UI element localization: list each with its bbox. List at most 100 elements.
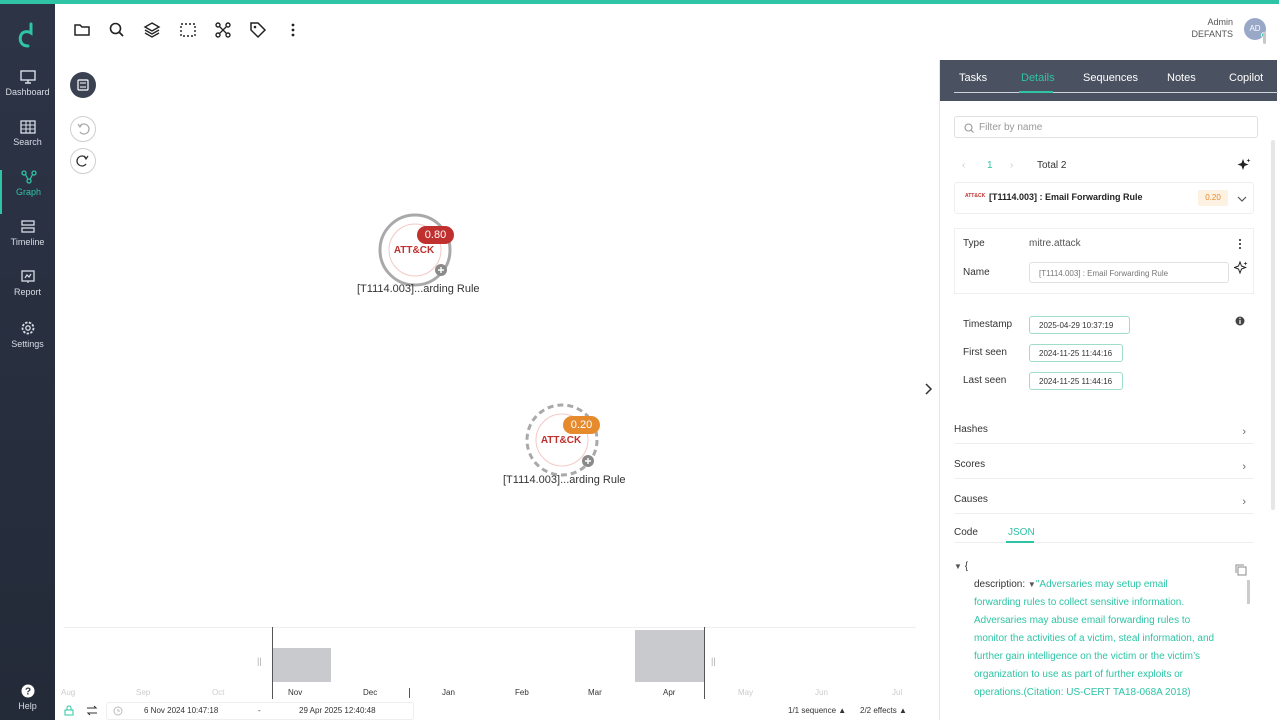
page-number[interactable]: 1 xyxy=(987,160,993,171)
graph-settings-button[interactable] xyxy=(70,72,96,98)
lock-icon[interactable] xyxy=(64,705,74,716)
nav-report[interactable]: Report xyxy=(0,270,55,314)
swap-icon[interactable] xyxy=(86,705,98,716)
timeline-bar-nov[interactable] xyxy=(272,648,331,682)
gear-icon xyxy=(21,321,34,335)
timeline-month: Nov xyxy=(288,688,303,697)
tab-tasks[interactable]: Tasks xyxy=(959,72,987,84)
json-key: description: xyxy=(974,579,1026,590)
json-viewer: ▼ { description: ▼"Adversaries may setup… xyxy=(954,558,1254,702)
section-scores[interactable]: Scores › xyxy=(954,459,1254,479)
tab-sequences[interactable]: Sequences xyxy=(1083,72,1138,84)
graph-icon xyxy=(20,170,37,184)
name-label: Name xyxy=(963,267,990,278)
network-icon[interactable] xyxy=(213,20,233,40)
nav-graph-label: Graph xyxy=(15,187,41,197)
sparkle-icon[interactable] xyxy=(1237,158,1251,172)
grid-icon xyxy=(19,120,36,134)
node-1-label[interactable]: [T1114.003]...arding Rule xyxy=(357,283,480,295)
more-vertical-icon[interactable] xyxy=(1238,238,1242,250)
nav-report-label: Report xyxy=(13,287,41,297)
timeline-range-start-handle[interactable] xyxy=(272,627,273,699)
section-hashes-label: Hashes xyxy=(954,424,988,435)
undo-button[interactable] xyxy=(70,116,96,142)
nav-timeline[interactable]: Timeline xyxy=(0,220,55,264)
user-org: DEFANTS xyxy=(1191,29,1233,39)
sliders-icon xyxy=(77,79,89,91)
next-page-icon[interactable]: › xyxy=(1010,160,1013,171)
node-2-label[interactable]: [T1114.003]...arding Rule xyxy=(503,474,626,486)
effects-count[interactable]: 2/2 effects ▲ xyxy=(860,706,907,715)
tab-details[interactable]: Details xyxy=(1021,72,1055,84)
section-hashes[interactable]: Hashes › xyxy=(954,424,1254,444)
nav-dashboard[interactable]: Dashboard xyxy=(0,70,55,114)
tag-icon[interactable] xyxy=(248,20,268,40)
nav-graph[interactable]: Graph xyxy=(0,170,55,214)
tab-code[interactable]: Code xyxy=(954,527,978,538)
pagination-total: Total 2 xyxy=(1037,160,1067,171)
active-tab-indicator xyxy=(1019,91,1053,93)
panel-scrollbar[interactable] xyxy=(1271,140,1275,510)
graph-node-2[interactable]: ATT&CK xyxy=(522,401,602,481)
folder-icon[interactable] xyxy=(72,20,92,40)
redo-button[interactable] xyxy=(70,148,96,174)
entity-header[interactable]: ATT&CK [T1114.003] : Email Forwarding Ru… xyxy=(954,182,1254,214)
search-icon[interactable] xyxy=(107,20,127,40)
info-icon[interactable] xyxy=(1235,316,1245,326)
sidebar: Dashboard Search Graph Timeline Report S… xyxy=(0,4,55,720)
sequence-count[interactable]: 1/1 sequence ▲ xyxy=(788,706,846,715)
collapse-triangle-icon[interactable]: ▼ xyxy=(954,562,962,571)
report-icon xyxy=(20,270,35,283)
details-panel: Tasks Details Sequences Notes Copilot Fi… xyxy=(939,60,1278,720)
filter-input[interactable]: Filter by name xyxy=(954,116,1258,138)
range-start: 6 Nov 2024 10:47:18 xyxy=(144,706,219,715)
collapse-triangle-icon[interactable]: ▼ xyxy=(1028,580,1036,589)
nav-dashboard-label: Dashboard xyxy=(5,87,50,97)
user-name: Admin xyxy=(1207,17,1233,27)
last-seen-value: 2024-11-25 11:44:16 xyxy=(1029,372,1123,390)
timeline-month: Dec xyxy=(363,688,378,697)
json-line-5: further gain intelligence on the victim … xyxy=(974,651,1201,662)
timeline-month: Oct xyxy=(212,688,225,697)
section-scores-label: Scores xyxy=(954,459,986,470)
tab-notes[interactable]: Notes xyxy=(1167,72,1196,84)
drag-handle-right-icon[interactable]: || xyxy=(711,656,716,666)
entity-title: [T1114.003] : Email Forwarding Rule xyxy=(989,192,1143,202)
section-causes[interactable]: Causes › xyxy=(954,494,1254,514)
json-line-3: Adversaries may abuse email forwarding r… xyxy=(974,615,1191,626)
help-icon: ? xyxy=(21,684,34,698)
nav-help[interactable]: ? Help xyxy=(0,684,55,720)
entity-score-badge: 0.20 xyxy=(1198,190,1228,206)
range-end: 29 Apr 2025 12:40:48 xyxy=(299,706,376,715)
sparkle-icon[interactable] xyxy=(1234,261,1248,275)
timeline-top-border xyxy=(64,627,916,628)
code-active-indicator xyxy=(1006,541,1034,543)
selection-icon[interactable] xyxy=(178,20,198,40)
caret-up-icon: ▲ xyxy=(899,706,907,715)
collapse-panel-chevron-icon[interactable] xyxy=(924,383,934,395)
section-causes-label: Causes xyxy=(954,494,988,505)
svg-text:?: ? xyxy=(24,687,30,698)
nav-search[interactable]: Search xyxy=(0,120,55,164)
tab-json[interactable]: JSON xyxy=(1008,527,1035,538)
tab-copilot[interactable]: Copilot xyxy=(1229,72,1263,84)
drag-handle-left-icon[interactable]: || xyxy=(257,656,262,666)
caret-up-icon: ▲ xyxy=(838,706,847,715)
prev-page-icon[interactable]: ‹ xyxy=(962,160,965,171)
timeline-bar-apr[interactable] xyxy=(635,630,704,682)
graph-node-1[interactable]: ATT&CK xyxy=(375,210,455,290)
panel-tabs: Tasks Details Sequences Notes Copilot xyxy=(940,60,1278,101)
page-scrollbar[interactable] xyxy=(1263,32,1266,44)
app-logo xyxy=(18,22,33,48)
nav-help-label: Help xyxy=(18,701,37,711)
layers-icon[interactable] xyxy=(142,20,162,40)
last-seen-label: Last seen xyxy=(963,375,1007,386)
name-input[interactable]: [T1114.003] : Email Forwarding Rule xyxy=(1029,262,1229,283)
timeline-month: Jul xyxy=(892,688,903,697)
timeline-range-end-handle[interactable] xyxy=(704,627,705,699)
type-label: Type xyxy=(963,238,985,249)
nav-settings[interactable]: Settings xyxy=(0,320,55,364)
more-vertical-icon[interactable] xyxy=(283,20,303,40)
first-seen-label: First seen xyxy=(963,347,1007,358)
sequence-count-label: 1/1 sequence xyxy=(788,706,837,715)
